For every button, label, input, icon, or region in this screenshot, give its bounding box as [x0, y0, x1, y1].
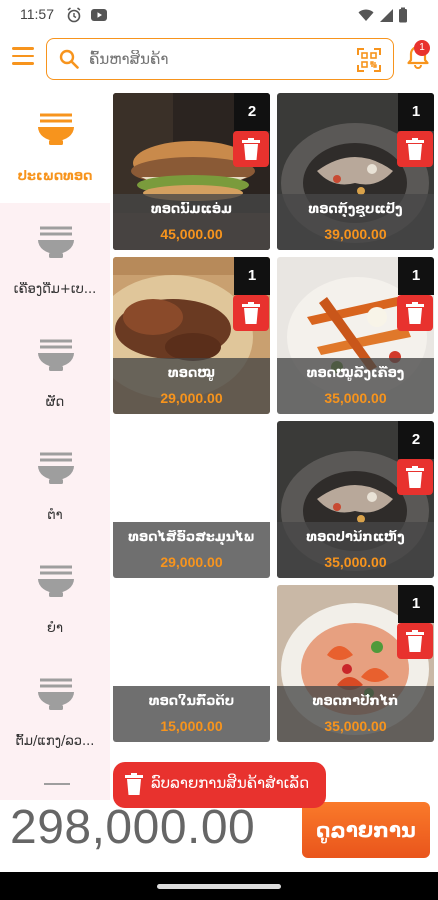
product-name: ທອດກຸ້ງຊຸບແປ້ງ [308, 202, 403, 217]
sidebar-item-pounded[interactable]: ຕຳ [0, 432, 110, 542]
product-name: ທອດໝູລີ້ງເຄື່ອງ [306, 366, 405, 381]
trash-icon [406, 466, 424, 488]
product-info: ທອດໄສ້ອົ່ວສະມຸນໄພ 29,000.00 [113, 522, 270, 578]
product-info: ທອດໃນກົ້ວດິບ 15,000.00 [113, 686, 270, 742]
product-card[interactable]: 2 ທອດນົມແອ່ມ 45,000.00 [113, 93, 270, 250]
product-info: ທອດກຸ້ງຊຸບແປ້ງ 39,000.00 [277, 194, 434, 250]
trash-icon [242, 138, 260, 160]
delete-button[interactable] [397, 459, 433, 495]
sidebar-item-label: ຍຳ [47, 621, 63, 636]
sidebar-item-salad[interactable]: ຍຳ [0, 545, 110, 655]
battery-icon [399, 7, 407, 23]
sidebar-item-label: ເຄື່ອງດື່ມ+ເບ... [13, 282, 97, 297]
product-info: ທອດກາປີກໄກ່ 35,000.00 [277, 686, 434, 742]
product-info: ທອດປານິກແຫ້ງ 35,000.00 [277, 522, 434, 578]
trash-icon [242, 302, 260, 324]
search-icon [59, 49, 79, 69]
notification-badge: 1 [414, 40, 430, 56]
sidebar-item-stir-fry[interactable]: ຜັດ [0, 319, 110, 429]
product-card[interactable]: ທອດໄສ້ອົ່ວສະມຸນໄພ 29,000.00 [113, 421, 270, 578]
noodle-bowl-icon [38, 452, 74, 484]
product-price: 35,000.00 [324, 554, 387, 570]
sidebar-item-label: ຜັດ [45, 395, 65, 410]
delete-button[interactable] [397, 131, 433, 167]
quantity-badge: 2 [398, 421, 434, 459]
signal-icon [380, 9, 393, 22]
product-card[interactable]: 1 ທອດກຸ້ງຊຸບແປ້ງ 39,000.00 [277, 93, 434, 250]
delete-button[interactable] [233, 131, 269, 167]
noodle-bowl-icon [38, 113, 74, 145]
category-sidebar: ປະເພດທອດ ເຄື່ອງດື່ມ+ເບ... ຜັດ ຕຳ ຍຳ ຕົ້ມ… [0, 93, 110, 800]
product-name: ທອດໃນກົ້ວດິບ [148, 694, 235, 709]
sidebar-item-label: ປະເພດທອດ [17, 169, 93, 184]
status-bar: 11:57 [0, 0, 438, 30]
product-info: ທອດໝູລີ້ງເຄື່ອງ 35,000.00 [277, 358, 434, 414]
product-card[interactable]: 1 ທອດໝູ 29,000.00 [113, 257, 270, 414]
product-name: ທອດປານິກແຫ້ງ [306, 530, 405, 545]
sidebar-more-indicator [44, 783, 70, 785]
trash-icon [406, 302, 424, 324]
product-name: ທອດໄສ້ອົ່ວສະມຸນໄພ [128, 530, 255, 545]
youtube-icon [91, 9, 107, 21]
view-order-button[interactable]: ດູລາຍການ [302, 802, 430, 858]
product-card[interactable]: 1 ທອດກາປີກໄກ່ 35,000.00 [277, 585, 434, 742]
sidebar-item-label: ຕຳ [47, 508, 63, 523]
product-price: 39,000.00 [324, 226, 387, 242]
order-total: 298,000.00 [10, 801, 256, 854]
product-card[interactable]: ທອດໃນກົ້ວດິບ 15,000.00 [113, 585, 270, 742]
system-nav-bar [0, 872, 438, 900]
toast-message: ລົບລາຍການສິນຄ້າສຳເລັດ [113, 762, 326, 808]
trash-icon [406, 630, 424, 652]
quantity-badge: 1 [234, 257, 270, 295]
qr-scan-icon[interactable] [357, 48, 381, 72]
product-name: ທອດໝູ [168, 366, 215, 381]
product-name: ທອດນົມແອ່ມ [150, 202, 233, 217]
quantity-badge: 1 [398, 93, 434, 131]
wifi-icon [358, 9, 374, 21]
product-card[interactable]: 1 ທອດໝູລີ້ງເຄື່ອງ 35,000.00 [277, 257, 434, 414]
trash-icon [125, 773, 143, 795]
product-name: ທອດກາປີກໄກ່ [312, 694, 399, 709]
product-price: 29,000.00 [160, 554, 223, 570]
alarm-icon [67, 7, 81, 23]
product-price: 35,000.00 [324, 718, 387, 734]
product-card[interactable]: 2 ທອດປານິກແຫ້ງ 35,000.00 [277, 421, 434, 578]
status-time: 11:57 [20, 6, 54, 22]
sidebar-item-fried[interactable]: ປະເພດທອດ [0, 93, 110, 203]
product-price: 29,000.00 [160, 390, 223, 406]
product-info: ທອດໝູ 29,000.00 [113, 358, 270, 414]
search-box[interactable] [46, 38, 394, 80]
sidebar-item-soup[interactable]: ຕົ້ມ/ແກງ/ລວ... [0, 658, 110, 768]
product-price: 35,000.00 [324, 390, 387, 406]
delete-button[interactable] [397, 623, 433, 659]
menu-button[interactable] [12, 47, 34, 67]
product-info: ທອດນົມແອ່ມ 45,000.00 [113, 194, 270, 250]
search-input[interactable] [89, 47, 339, 71]
noodle-bowl-icon [38, 678, 74, 710]
noodle-bowl-icon [38, 226, 74, 258]
product-price: 15,000.00 [160, 718, 223, 734]
delete-button[interactable] [233, 295, 269, 331]
quantity-badge: 1 [398, 585, 434, 623]
noodle-bowl-icon [38, 339, 74, 371]
quantity-badge: 2 [234, 93, 270, 131]
trash-icon [406, 138, 424, 160]
noodle-bowl-icon [38, 565, 74, 597]
product-price: 45,000.00 [160, 226, 223, 242]
sidebar-item-label: ຕົ້ມ/ແກງ/ລວ... [15, 734, 95, 749]
quantity-badge: 1 [398, 257, 434, 295]
sidebar-item-drinks[interactable]: ເຄື່ອງດື່ມ+ເບ... [0, 206, 110, 316]
delete-button[interactable] [397, 295, 433, 331]
toast-text: ລົບລາຍການສິນຄ້າສຳເລັດ [151, 774, 310, 792]
home-gesture-pill[interactable] [157, 884, 281, 889]
app-header: 1 [0, 32, 438, 88]
